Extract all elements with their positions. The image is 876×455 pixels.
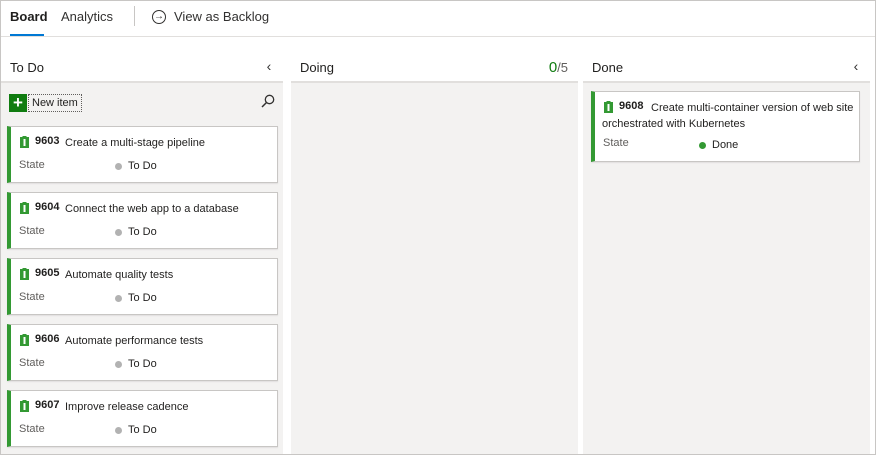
wip-limit-value: /5 — [557, 60, 568, 75]
state-field-value[interactable]: Done — [699, 139, 738, 151]
wip-limit-indicator: 0/5 — [549, 59, 568, 76]
tab-board[interactable]: Board — [10, 1, 48, 36]
work-item-id[interactable]: 9604 — [35, 201, 59, 213]
column-doing: Doing 0/5 — [291, 37, 578, 454]
work-item-title[interactable]: Create a multi-stage pipeline — [65, 135, 205, 151]
column-title-doing: Doing — [300, 60, 334, 75]
work-item-card[interactable]: 9603 Create a multi-stage pipeline State… — [7, 126, 278, 183]
state-dot-icon — [115, 162, 122, 170]
work-item-id[interactable]: 9607 — [35, 399, 59, 411]
work-item-card[interactable]: 9607 Improve release cadence State To Do — [7, 390, 278, 447]
column-title-todo: To Do — [10, 60, 44, 75]
work-item-title[interactable]: Create multi-container version of web si… — [602, 100, 857, 132]
state-field-value[interactable]: To Do — [115, 358, 157, 370]
search-icon[interactable] — [261, 94, 275, 108]
column-header-done: Done ‹ — [583, 37, 870, 83]
state-field-value[interactable]: To Do — [115, 160, 157, 172]
state-field-value[interactable]: To Do — [115, 424, 157, 436]
column-done: Done ‹ 9608 Create multi-container versi… — [583, 37, 870, 454]
state-dot-icon — [115, 426, 122, 434]
state-text: To Do — [128, 424, 157, 436]
new-item-button[interactable]: + New item — [9, 93, 82, 113]
work-item-title[interactable]: Improve release cadence — [65, 399, 189, 415]
chevron-left-icon[interactable]: ‹ — [850, 58, 862, 74]
state-text: To Do — [128, 160, 157, 172]
state-dot-icon — [115, 294, 122, 302]
work-item-id[interactable]: 9603 — [35, 135, 59, 147]
column-header-doing: Doing 0/5 — [291, 37, 578, 83]
work-item-card[interactable]: 9608 Create multi-container version of w… — [591, 91, 860, 162]
product-backlog-item-icon — [20, 202, 29, 214]
state-field-label: State — [19, 225, 45, 237]
top-tab-bar: Board Analytics → View as Backlog — [1, 1, 875, 37]
state-field-label: State — [19, 423, 45, 435]
view-as-backlog-link[interactable]: → View as Backlog — [152, 1, 269, 32]
state-text: To Do — [128, 292, 157, 304]
state-field-value[interactable]: To Do — [115, 292, 157, 304]
work-item-id[interactable]: 9605 — [35, 267, 59, 279]
work-item-title[interactable]: Connect the web app to a database — [65, 201, 239, 217]
work-item-card[interactable]: 9604 Connect the web app to a database S… — [7, 192, 278, 249]
state-field-label: State — [603, 137, 629, 149]
work-item-card[interactable]: 9605 Automate quality tests State To Do — [7, 258, 278, 315]
work-item-title[interactable]: Automate performance tests — [65, 333, 203, 349]
state-field-value[interactable]: To Do — [115, 226, 157, 238]
new-item-label: New item — [28, 94, 82, 112]
state-text: To Do — [128, 358, 157, 370]
column-header-todo: To Do ‹ — [1, 37, 283, 83]
product-backlog-item-icon — [20, 334, 29, 346]
product-backlog-item-icon — [20, 400, 29, 412]
column-title-done: Done — [592, 60, 624, 75]
column-todo: To Do ‹ + New item 9603 Create a multi-s… — [1, 37, 283, 454]
work-item-card[interactable]: 9606 Automate performance tests State To… — [7, 324, 278, 381]
tab-divider — [134, 6, 135, 26]
work-item-title[interactable]: Automate quality tests — [65, 267, 173, 283]
state-dot-icon — [115, 360, 122, 368]
state-dot-icon — [699, 141, 706, 149]
view-as-backlog-label: View as Backlog — [174, 9, 270, 24]
state-dot-icon — [115, 228, 122, 236]
product-backlog-item-icon — [20, 136, 29, 148]
state-field-label: State — [19, 357, 45, 369]
work-item-id[interactable]: 9606 — [35, 333, 59, 345]
arrow-circle-icon: → — [152, 9, 166, 24]
plus-icon: + — [9, 94, 27, 112]
state-text: Done — [712, 139, 739, 151]
product-backlog-item-icon — [20, 268, 29, 280]
state-text: To Do — [128, 226, 157, 238]
tab-analytics[interactable]: Analytics — [61, 1, 113, 36]
state-field-label: State — [19, 159, 45, 171]
state-field-label: State — [19, 291, 45, 303]
wip-current-count: 0 — [548, 59, 558, 76]
chevron-left-icon[interactable]: ‹ — [263, 58, 275, 74]
